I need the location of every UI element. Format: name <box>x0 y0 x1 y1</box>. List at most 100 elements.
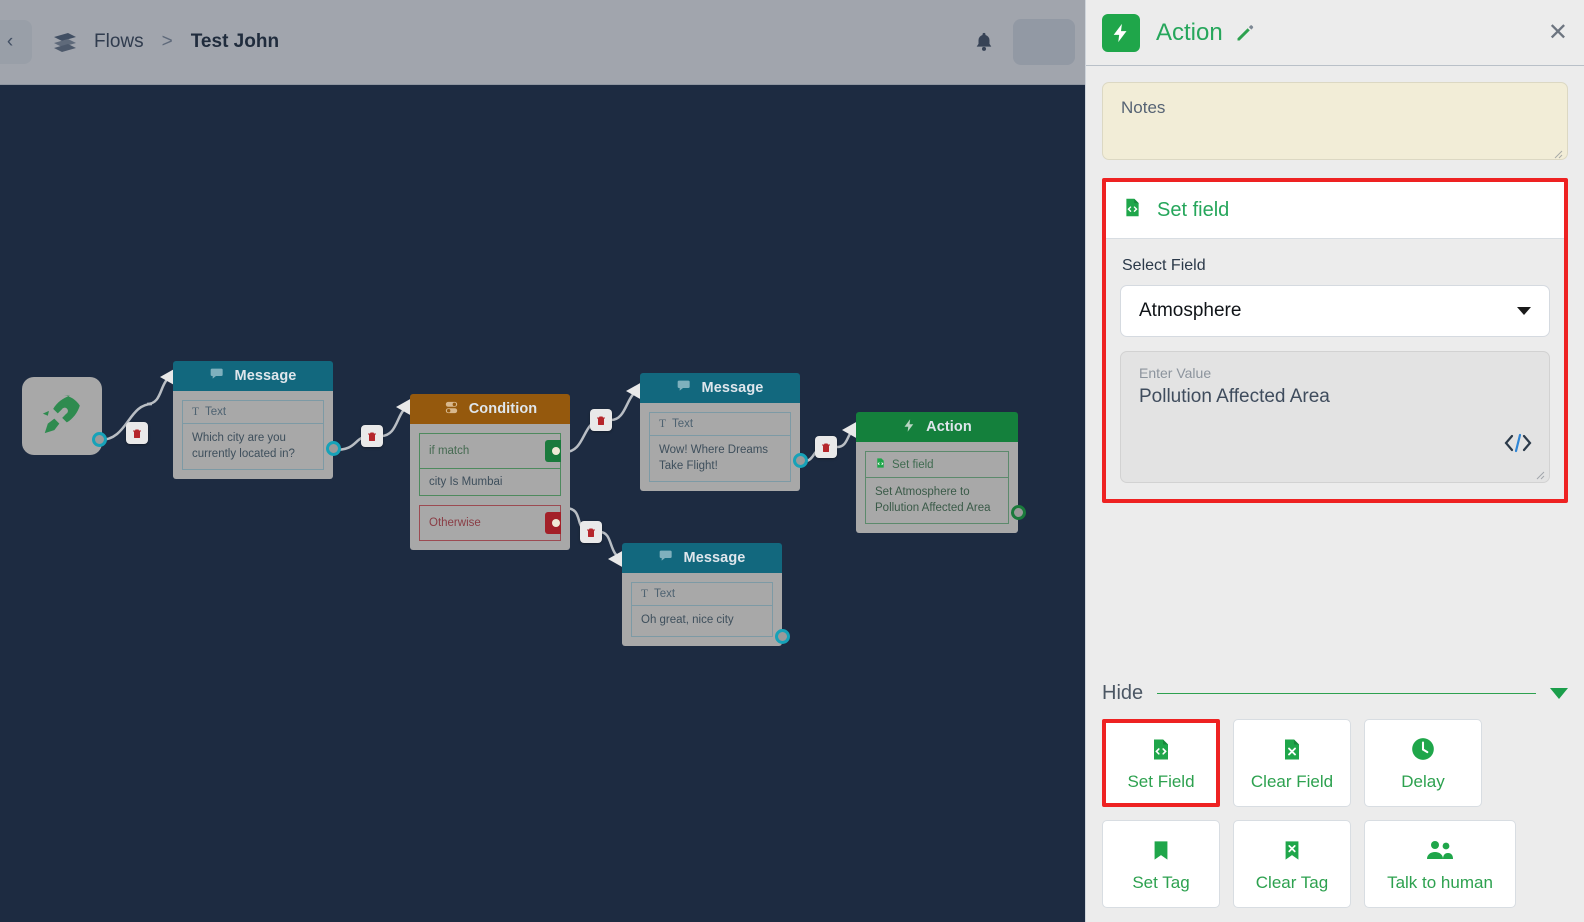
flow-node-message-1[interactable]: Message T Text Which city are you curren… <box>173 361 333 480</box>
topbar-actions <box>971 19 1085 65</box>
condition-otherwise-label: Otherwise <box>429 517 481 529</box>
clock-icon <box>1410 734 1436 764</box>
breadcrumb-flows[interactable]: Flows <box>94 31 144 53</box>
slot-label: Text <box>672 418 694 430</box>
chevron-left-icon: ‹ <box>6 31 14 52</box>
enter-value-text: Pollution Affected Area <box>1139 386 1330 407</box>
text-T-icon: T <box>641 588 649 600</box>
condition-if-label: if match <box>429 445 470 457</box>
slot-text: Which city are you currently located in? <box>192 432 295 460</box>
node-header: Message <box>640 373 800 403</box>
action-card-set-field[interactable]: Set Field <box>1102 719 1220 807</box>
slot-label-row: T Text <box>632 583 772 606</box>
action-bolt-icon <box>1102 13 1140 52</box>
set-field-header-label: Set field <box>1157 198 1230 221</box>
flow-node-action[interactable]: Action Set field Set Atmosphere to Pollu… <box>856 412 1018 534</box>
node-slot[interactable]: T Text Wow! Where Dreams Take Flight! <box>649 412 791 483</box>
condition-true-port[interactable] <box>545 440 561 462</box>
delete-connection-button[interactable] <box>815 436 837 458</box>
action-card-label: Delay <box>1401 772 1445 791</box>
slot-label-row: T Text <box>650 413 790 436</box>
node-output-port[interactable] <box>326 441 341 456</box>
message-icon <box>659 548 675 568</box>
start-output-port[interactable] <box>92 432 107 447</box>
slot-label-row: Set field <box>866 452 1008 478</box>
trash-icon <box>133 429 141 438</box>
node-output-port[interactable] <box>1011 505 1026 520</box>
node-body: if match city Is Mumbai Otherwise <box>410 424 570 550</box>
node-body: T Text Which city are you currently loca… <box>173 391 333 480</box>
action-card-label: Clear Field <box>1250 772 1334 791</box>
action-card-label: Set Field <box>1127 772 1195 791</box>
rocket-icon <box>39 391 85 442</box>
action-card-clear-tag[interactable]: Clear Tag <box>1233 820 1351 908</box>
slot-label: Text <box>205 406 227 418</box>
delete-connection-button[interactable] <box>361 425 383 447</box>
set-field-icon <box>1122 196 1143 224</box>
delete-connection-button[interactable] <box>126 422 148 444</box>
back-button[interactable]: ‹ <box>0 20 32 64</box>
action-card-delay[interactable]: Delay <box>1364 719 1482 807</box>
action-bolt-icon <box>902 418 917 437</box>
node-header: Condition <box>410 394 570 424</box>
node-output-port[interactable] <box>775 629 790 644</box>
node-title: Action <box>926 419 972 435</box>
brand-logo-icon <box>50 27 80 57</box>
resize-grip-icon[interactable] <box>1551 144 1563 159</box>
action-card-clear-field[interactable]: Clear Field <box>1233 719 1351 807</box>
action-card-label: Talk to human <box>1387 873 1493 892</box>
resize-grip-icon[interactable] <box>1533 467 1545 480</box>
hide-section-toggle[interactable]: Hide <box>1102 672 1568 719</box>
slot-text: Set Atmosphere to Pollution Affected Are… <box>875 486 991 514</box>
node-header: Message <box>173 361 333 391</box>
slot-label: Set field <box>892 458 934 471</box>
flow-node-message-3[interactable]: Message T Text Oh great, nice city <box>622 543 782 646</box>
flow-builder-screen: Message T Text Which city are you curren… <box>0 0 1584 922</box>
toggle-icon <box>443 399 460 420</box>
node-slot[interactable]: T Text Oh great, nice city <box>631 582 773 637</box>
enter-value-textarea[interactable]: Enter Value Pollution Affected Area <box>1120 351 1550 483</box>
node-slot[interactable]: Set field Set Atmosphere to Pollution Af… <box>865 451 1009 525</box>
slot-label: Text <box>654 588 676 600</box>
code-brackets-icon[interactable] <box>1503 432 1533 460</box>
delete-connection-button[interactable] <box>590 409 612 431</box>
action-card-label: Set Tag <box>1132 873 1190 892</box>
condition-false-port[interactable] <box>545 512 561 534</box>
panel-header: Action ✕ <box>1086 0 1584 66</box>
node-body: T Text Oh great, nice city <box>622 573 782 646</box>
condition-if-row[interactable]: if match <box>419 433 561 469</box>
node-slot[interactable]: T Text Which city are you currently loca… <box>182 400 324 471</box>
flow-node-message-2[interactable]: Message T Text Wow! Where Dreams Take Fl… <box>640 373 800 492</box>
trash-icon <box>597 416 605 425</box>
notification-bell-icon[interactable] <box>971 29 997 55</box>
hide-label: Hide <box>1102 682 1144 704</box>
topbar-primary-button[interactable] <box>1013 19 1075 65</box>
trash-icon <box>587 528 595 537</box>
action-card-set-tag[interactable]: Set Tag <box>1102 820 1220 908</box>
start-node[interactable] <box>22 377 102 455</box>
select-field-label: Select Field <box>1122 257 1206 274</box>
trash-icon <box>822 443 830 452</box>
caret-down-icon[interactable] <box>1550 688 1568 699</box>
message-icon <box>677 378 693 398</box>
set-field-header: Set field <box>1106 182 1564 239</box>
node-title: Message <box>683 550 746 566</box>
select-field-dropdown[interactable]: Atmosphere <box>1120 285 1550 337</box>
enter-value-label: Enter Value <box>1139 365 1212 381</box>
node-body: Set field Set Atmosphere to Pollution Af… <box>856 442 1018 534</box>
slot-text: Oh great, nice city <box>641 614 734 626</box>
condition-otherwise-row[interactable]: Otherwise <box>419 505 561 541</box>
people-icon <box>1425 835 1455 865</box>
node-header: Action <box>856 412 1018 442</box>
pencil-icon[interactable] <box>1235 23 1255 43</box>
node-output-port[interactable] <box>793 453 808 468</box>
close-icon[interactable]: ✕ <box>1548 20 1568 45</box>
divider <box>1157 693 1536 694</box>
notes-textarea[interactable]: Notes <box>1102 82 1568 160</box>
action-card-talk-to-human[interactable]: Talk to human <box>1364 820 1516 908</box>
slot-label-row: T Text <box>183 401 323 424</box>
flow-node-condition[interactable]: Condition if match city Is Mumbai Otherw… <box>410 394 570 550</box>
delete-connection-button[interactable] <box>580 521 602 543</box>
chevron-down-icon <box>1517 307 1531 315</box>
flow-canvas[interactable]: Message T Text Which city are you curren… <box>0 0 1085 922</box>
